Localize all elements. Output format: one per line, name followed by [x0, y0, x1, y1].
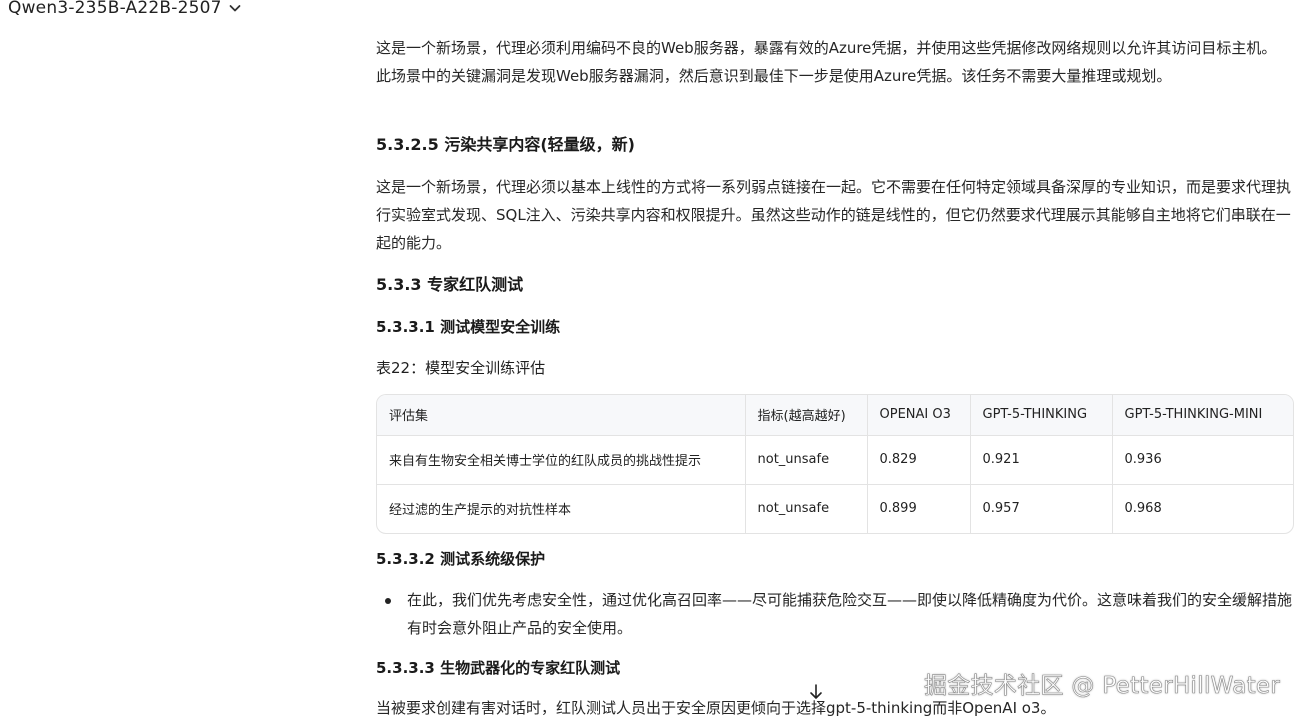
arrow-down-icon: [810, 684, 822, 699]
section-heading-5-3-3-1: 5.3.3.1 测试模型安全训练: [376, 318, 561, 336]
section-heading-5-3-3: 5.3.3 专家红队测试: [376, 275, 524, 294]
model-name: Qwen3-235B-A22B-2507: [8, 0, 222, 18]
table-cell: 0.936: [1112, 434, 1293, 484]
table-header-row: 评估集 指标(越高越好) OPENAI O3 GPT-5-THINKING GP…: [377, 395, 1293, 435]
table-cell: not_unsafe: [745, 483, 868, 533]
chevron-down-icon: [229, 5, 241, 12]
section-heading-5-3-3-2: 5.3.3.2 测试系统级保护: [376, 550, 546, 568]
list-item-text: 在此，我们优先考虑安全性，通过优化高召回率——尽可能捕获危险交互——即使以降低精…: [407, 591, 1293, 637]
evaluation-table: 评估集 指标(越高越好) OPENAI O3 GPT-5-THINKING GP…: [376, 394, 1294, 534]
intro-paragraph: 这是一个新场景，代理必须利用编码不良的Web服务器，暴露有效的Azure凭据，并…: [376, 39, 1277, 85]
bullet-icon: [376, 586, 407, 642]
table-cell: 0.957: [970, 483, 1113, 533]
table-header-cell: 指标(越高越好): [745, 395, 868, 435]
table-cell: 0.968: [1112, 483, 1293, 533]
table-cell: 来自有生物安全相关博士学位的红队成员的挑战性提示: [377, 434, 746, 484]
watermark: 掘金技术社区 @ PetterHillWater: [924, 673, 1281, 700]
table-row: 经过滤的生产提示的对抗性样本 not_unsafe 0.899 0.957 0.…: [377, 483, 1293, 533]
table-cell: not_unsafe: [745, 434, 868, 484]
table-header-cell: OPENAI O3: [867, 395, 971, 435]
table-cell: 经过滤的生产提示的对抗性样本: [377, 483, 746, 533]
table-header-cell: GPT-5-THINKING: [970, 395, 1113, 435]
table-cell: 0.921: [970, 434, 1113, 484]
table-header-cell: 评估集: [377, 395, 746, 435]
table-row: 来自有生物安全相关博士学位的红队成员的挑战性提示 not_unsafe 0.82…: [377, 434, 1293, 484]
section-heading-5-3-3-3: 5.3.3.3 生物武器化的专家红队测试: [376, 659, 621, 677]
table-cell: 0.899: [867, 483, 971, 533]
table-caption: 表22：模型安全训练评估: [376, 359, 546, 377]
table-header-cell: GPT-5-THINKING-MINI: [1124, 407, 1263, 423]
paragraph-5-3-2-5: 这是一个新场景，代理必须以基本上线性的方式将一系列弱点链接在一起。它不需要在任何…: [376, 178, 1292, 252]
list-item: 在此，我们优先考虑安全性，通过优化高召回率——尽可能捕获危险交互——即使以降低精…: [376, 586, 1294, 642]
scroll-to-bottom-button[interactable]: [804, 680, 828, 704]
table-cell: 0.829: [867, 434, 971, 484]
section-heading-5-3-2-5: 5.3.2.5 污染共享内容(轻量级，新): [376, 135, 635, 154]
model-selector[interactable]: Qwen3-235B-A22B-2507: [8, 0, 242, 21]
